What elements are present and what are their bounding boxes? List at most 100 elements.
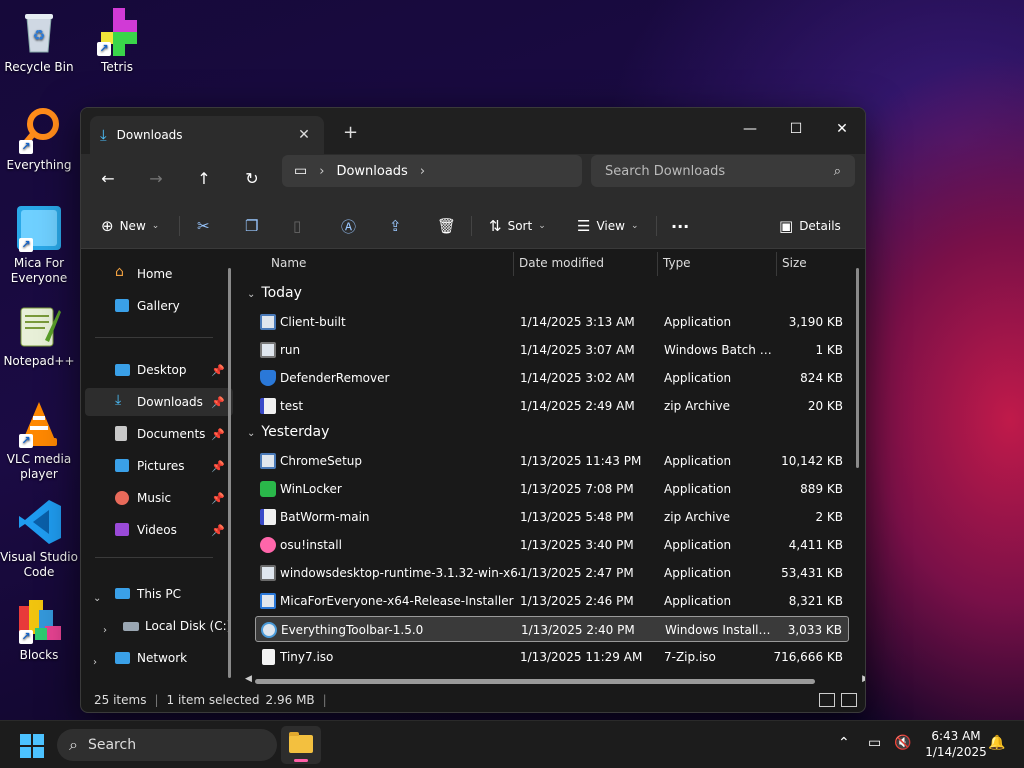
column-date-modified[interactable]: Date modified — [519, 256, 604, 270]
sidebar-item-label: Videos — [137, 523, 177, 537]
file-date: 1/13/2025 11:43 PM — [520, 454, 642, 468]
close-window-button[interactable]: ✕ — [819, 114, 865, 144]
chevron-down-icon: ⌄ — [247, 428, 256, 439]
pin-icon[interactable]: 📌 — [211, 492, 225, 505]
sort-button[interactable]: ⇅ Sort ⌄ — [489, 213, 546, 239]
volume-muted-icon[interactable]: 🔇 — [894, 735, 911, 751]
desktop-icon-notepadpp[interactable]: Notepad++ — [0, 302, 78, 369]
file-row[interactable]: BatWorm-main 1/13/2025 5:48 PM zip Archi… — [255, 504, 849, 530]
view-button[interactable]: ☰ View ⌄ — [577, 213, 638, 239]
sidebar-item-pictures[interactable]: Pictures 📌 — [85, 452, 233, 480]
svg-text:♻: ♻ — [33, 28, 46, 44]
copy-button[interactable]: ❐ — [245, 213, 258, 239]
desktop-icon-vscode[interactable]: Visual Studio Code — [0, 498, 78, 580]
sidebar-item-network[interactable]: Network — [85, 644, 233, 672]
sidebar-item-gallery[interactable]: Gallery — [85, 292, 233, 320]
pin-icon[interactable]: 📌 — [211, 364, 225, 377]
column-size[interactable]: Size — [782, 256, 807, 270]
file-row[interactable]: MicaForEveryone-x64-Release-Installer 1/… — [255, 588, 849, 614]
scroll-left-icon[interactable]: ◀ — [245, 674, 252, 684]
rename-button[interactable]: Ⓐ — [341, 213, 356, 239]
breadcrumb-downloads[interactable]: Downloads — [336, 164, 407, 179]
delete-button[interactable]: 🗑 — [437, 213, 456, 239]
scroll-right-icon[interactable]: ▶ — [862, 674, 865, 684]
minimize-button[interactable]: — — [727, 114, 773, 144]
back-button[interactable]: ← — [95, 167, 121, 191]
clock[interactable]: 6:43 AM 1/14/2025 — [916, 728, 996, 760]
file-type: zip Archive — [664, 510, 730, 524]
column-type[interactable]: Type — [663, 256, 691, 270]
breadcrumb-chevron-icon[interactable]: › — [420, 164, 425, 179]
file-list-horizontal-scrollbar[interactable]: ◀ ▶ — [245, 674, 865, 686]
file-row[interactable]: ChromeSetup 1/13/2025 11:43 PM Applicati… — [255, 448, 849, 474]
file-row[interactable]: DefenderRemover 1/14/2025 3:02 AM Applic… — [255, 365, 849, 391]
column-name[interactable]: Name — [271, 256, 306, 270]
scissors-icon: ✂ — [197, 217, 210, 235]
desktop-icon-blocks[interactable]: ↗ Blocks — [0, 596, 78, 663]
file-row[interactable]: test 1/14/2025 2:49 AM zip Archive 20 KB — [255, 393, 849, 419]
file-row[interactable]: osu!install 1/13/2025 3:40 PM Applicatio… — [255, 532, 849, 558]
paste-button[interactable]: ▯ — [293, 213, 301, 239]
file-list-vertical-scrollbar[interactable] — [856, 268, 859, 468]
tab-downloads[interactable]: ⤓ Downloads ✕ — [90, 116, 324, 154]
desktop-icon-mica[interactable]: ↗ Mica For Everyone — [0, 204, 78, 286]
more-options-button[interactable]: ··· — [671, 213, 689, 239]
file-name: BatWorm-main — [280, 510, 370, 524]
taskbar-file-explorer[interactable] — [281, 726, 321, 764]
sidebar-scrollbar[interactable] — [228, 268, 231, 678]
pin-icon[interactable]: 📌 — [211, 460, 225, 473]
forward-button[interactable]: → — [143, 167, 169, 191]
desktop-icon-vlc[interactable]: ↗ VLC media player — [0, 400, 78, 482]
tiles-view-icon[interactable] — [841, 693, 857, 707]
computer-icon — [115, 588, 130, 599]
file-row[interactable]: Tiny7.iso 1/13/2025 11:29 AM 7-Zip.iso 7… — [255, 644, 849, 670]
file-row[interactable]: windowsdesktop-runtime-3.1.32-win-x64 1/… — [255, 560, 849, 586]
details-view-icon[interactable] — [819, 693, 835, 707]
refresh-button[interactable]: ↻ — [239, 167, 265, 191]
notification-bell-icon[interactable]: 🔔 — [988, 735, 1005, 751]
taskbar-search[interactable]: ⌕ Search — [57, 729, 277, 761]
pin-icon[interactable]: 📌 — [211, 396, 225, 409]
new-button[interactable]: ⊕ New ⌄ — [101, 213, 159, 239]
desktop-icon-recycle-bin[interactable]: ♻ Recycle Bin — [0, 8, 78, 75]
group-header-today[interactable]: ⌄ Today — [247, 285, 302, 301]
command-bar: ⊕ New ⌄ ✂ ❐ ▯ Ⓐ ⇪ 🗑 ⇅ Sort ⌄ ☰ View ⌄ ··… — [81, 204, 865, 249]
sidebar-item-home[interactable]: ⌂ Home — [85, 260, 233, 288]
file-row[interactable]: run 1/14/2025 3:07 AM Windows Batch File… — [255, 337, 849, 363]
pin-icon[interactable]: 📌 — [211, 524, 225, 537]
sidebar-item-music[interactable]: Music 📌 — [85, 484, 233, 512]
network-tray-icon[interactable]: ▭ — [868, 735, 881, 751]
file-row-selected[interactable]: EverythingToolbar-1.5.0 1/13/2025 2:40 P… — [255, 616, 849, 642]
sidebar-item-downloads[interactable]: ⤓ Downloads 📌 — [85, 388, 233, 416]
group-header-yesterday[interactable]: ⌄ Yesterday — [247, 424, 329, 440]
up-button[interactable]: ↑ — [191, 167, 217, 191]
new-tab-button[interactable]: + — [343, 122, 358, 143]
show-hidden-icons-chevron-icon[interactable]: ⌃ — [838, 735, 850, 751]
sidebar-item-label: Local Disk (C:) — [145, 619, 232, 633]
sidebar-item-videos[interactable]: Videos 📌 — [85, 516, 233, 544]
msi-installer-icon — [261, 622, 277, 638]
sidebar-item-documents[interactable]: Documents 📌 — [85, 420, 233, 448]
file-row[interactable]: Client-built 1/14/2025 3:13 AM Applicati… — [255, 309, 849, 335]
address-bar[interactable]: ▭ › Downloads › — [282, 155, 582, 187]
start-button[interactable] — [20, 734, 44, 758]
chevron-down-icon: ⌄ — [538, 221, 546, 231]
close-tab-icon[interactable]: ✕ — [294, 127, 314, 143]
sidebar-item-this-pc[interactable]: This PC — [85, 580, 233, 608]
search-input[interactable]: Search Downloads ⌕ — [591, 155, 855, 187]
desktop-icon-tetris[interactable]: ↗ Tetris — [78, 8, 156, 75]
details-button[interactable]: ▣ Details — [779, 213, 841, 239]
cut-button[interactable]: ✂ — [197, 213, 210, 239]
folder-icon — [289, 732, 313, 753]
file-name: Client-built — [280, 315, 346, 329]
desktop-icon-everything[interactable]: ↗ Everything — [0, 106, 78, 173]
pin-icon[interactable]: 📌 — [211, 428, 225, 441]
maximize-button[interactable]: ☐ — [773, 114, 819, 144]
sidebar-item-desktop[interactable]: Desktop 📌 — [85, 356, 233, 384]
file-row[interactable]: WinLocker 1/13/2025 7:08 PM Application … — [255, 476, 849, 502]
horizontal-scroll-thumb[interactable] — [255, 679, 815, 684]
shortcut-arrow-icon: ↗ — [19, 434, 33, 448]
installer-icon — [260, 593, 276, 609]
share-button[interactable]: ⇪ — [389, 213, 402, 239]
sidebar-item-local-disk[interactable]: Local Disk (C:) — [85, 612, 233, 640]
